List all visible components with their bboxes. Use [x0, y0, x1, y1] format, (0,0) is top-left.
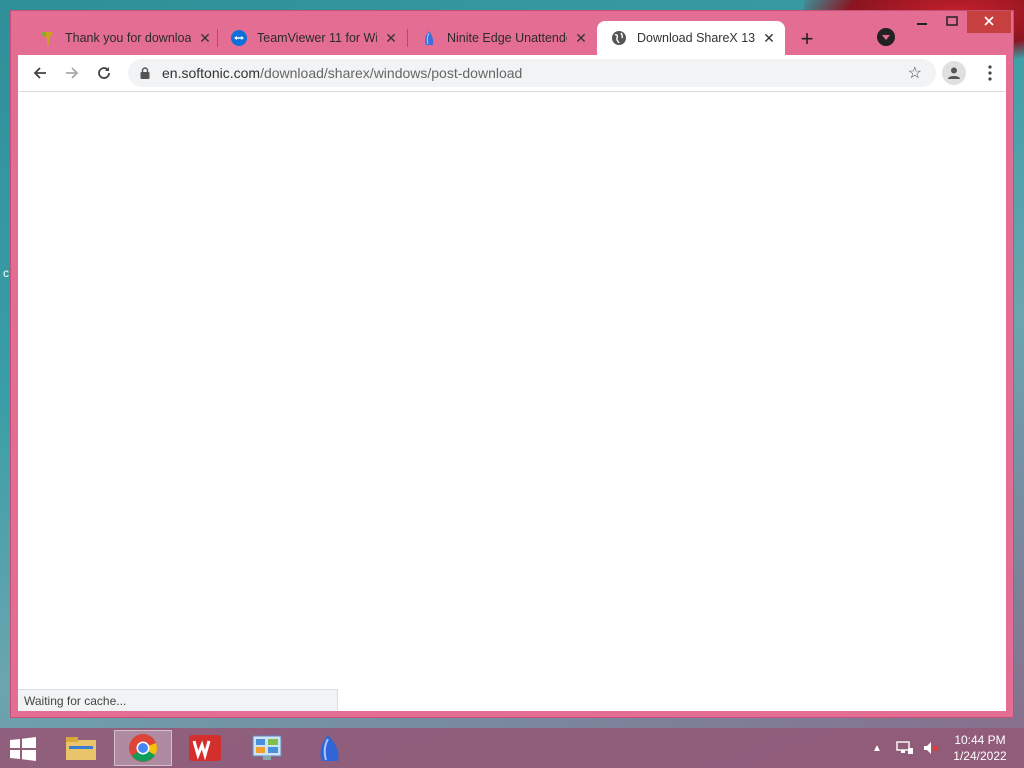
control-panel-icon [252, 735, 282, 760]
person-icon [948, 67, 960, 79]
clock-date: 1/24/2022 [953, 749, 1007, 763]
system-clock[interactable]: 10:44 PM 1/24/2022 [944, 732, 1016, 764]
url-path: /download/sharex/windows/post-download [260, 65, 523, 81]
desktop-edge-glyph: c [3, 266, 9, 280]
status-bubble: Waiting for cache... [18, 689, 338, 711]
browser-window: Thank you for downloa ✕ TeamViewer 11 fo… [10, 10, 1014, 718]
url-host: en.softonic.com [162, 65, 261, 81]
chrome-icon [129, 734, 157, 762]
tab-teamviewer[interactable]: TeamViewer 11 for Win ✕ [217, 21, 407, 55]
globe-icon [611, 30, 627, 46]
clock-time: 10:44 PM [954, 733, 1006, 747]
arrow-right-icon [66, 67, 79, 79]
windows-logo-icon [10, 737, 36, 761]
taskbar-control-panel[interactable] [238, 730, 296, 766]
back-button[interactable] [28, 61, 52, 85]
taskbar-ninite[interactable] [300, 730, 358, 766]
ninite-icon [320, 735, 339, 761]
ninite-icon [421, 30, 437, 46]
url-text: en.softonic.com/download/sharex/windows/… [162, 65, 522, 81]
lock-icon[interactable] [138, 67, 152, 79]
tab-sharex-download[interactable]: Download ShareX 13.6 ✕ [597, 21, 785, 55]
forward-button[interactable] [60, 61, 84, 85]
tab-search-button[interactable] [877, 28, 895, 46]
bookmark-star-icon[interactable]: ☆ [908, 63, 922, 83]
reload-icon [98, 67, 110, 79]
close-tab-icon[interactable]: ✕ [761, 30, 777, 47]
close-tab-icon[interactable]: ✕ [383, 30, 399, 47]
reload-button[interactable] [92, 61, 116, 85]
show-hidden-icons-icon[interactable]: ▲ [872, 743, 882, 754]
taskbar-file-explorer[interactable] [52, 730, 110, 766]
browser-toolbar: en.softonic.com/download/sharex/windows/… [18, 55, 1006, 91]
file-explorer-icon [66, 737, 96, 760]
arrow-left-icon [33, 67, 46, 79]
tab-softonic-thanks[interactable]: Thank you for downloa ✕ [25, 21, 221, 55]
taskbar: ▲ 10:44 PM 1/24/2022 [0, 728, 1024, 768]
tab-label: TeamViewer 11 for Win [257, 31, 377, 45]
tab-strip: Thank you for downloa ✕ TeamViewer 11 fo… [11, 11, 1013, 55]
profile-avatar-button[interactable] [942, 61, 966, 85]
minimize-button[interactable] [911, 11, 933, 33]
volume-muted-icon[interactable] [922, 740, 940, 756]
close-window-button[interactable] [967, 11, 1011, 33]
wps-office-icon [189, 735, 221, 761]
new-tab-button[interactable]: + [795, 28, 819, 52]
page-content: Waiting for cache... [18, 91, 1006, 711]
teamviewer-icon [231, 30, 247, 46]
softonic-icon [39, 30, 55, 46]
taskbar-wps-office[interactable] [176, 730, 234, 766]
tab-label: Ninite Edge Unattende [447, 31, 567, 45]
tab-label: Thank you for downloa [65, 31, 191, 45]
tab-ninite[interactable]: Ninite Edge Unattende ✕ [407, 21, 597, 55]
taskbar-chrome[interactable] [114, 730, 172, 766]
network-icon[interactable] [896, 740, 914, 756]
close-tab-icon[interactable]: ✕ [573, 30, 589, 47]
start-button[interactable] [8, 736, 40, 762]
maximize-button[interactable] [941, 11, 963, 33]
address-bar[interactable]: en.softonic.com/download/sharex/windows/… [128, 59, 936, 87]
tab-label: Download ShareX 13.6 [637, 31, 755, 45]
close-tab-icon[interactable]: ✕ [197, 30, 213, 47]
system-tray: ▲ [872, 728, 940, 768]
kebab-menu-icon [988, 65, 992, 81]
browser-menu-button[interactable] [978, 61, 1002, 85]
